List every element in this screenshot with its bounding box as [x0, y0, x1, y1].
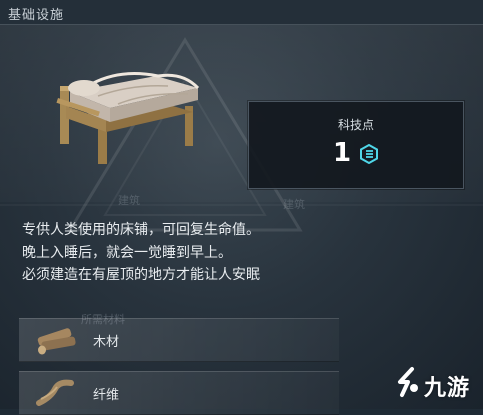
tech-point-label: 科技点	[337, 118, 374, 132]
watermark: 九游	[388, 360, 483, 409]
faded-build-label-right: 建筑	[283, 198, 305, 211]
description-line: 必须建造在有屋顶的地方才能让人安眠	[22, 267, 260, 283]
faded-materials-label: 所需材料	[81, 313, 125, 326]
tech-point-cost: 科技点 1	[248, 101, 464, 189]
faded-build-label-left: 建筑	[118, 194, 140, 207]
category-header: 基础设施	[0, 0, 483, 25]
material-label: 木材	[93, 335, 120, 350]
bed-icon	[56, 72, 200, 164]
category-title: 基础设施	[8, 8, 65, 23]
description-line: 晚上入睡后，就会一觉睡到早上。	[22, 244, 232, 261]
tech-point-icon	[360, 144, 378, 164]
description-line: 专供人类使用的床铺，可回复生命值。	[22, 222, 260, 238]
item-description: 专供人类使用的床铺，可回复生命值。 晚上入睡后，就会一觉睡到早上。 必须建造在有…	[22, 219, 260, 287]
jiuyou-logo-icon	[398, 367, 418, 397]
material-label: 纤维	[93, 388, 120, 403]
watermark-text: 九游	[424, 376, 471, 401]
tech-point-value: 1	[333, 138, 352, 168]
material-row-wood: 所需材料 木材	[19, 313, 339, 362]
material-row-fiber: 纤维	[19, 371, 339, 415]
wood-icon	[37, 328, 76, 355]
fiber-icon	[36, 379, 74, 406]
